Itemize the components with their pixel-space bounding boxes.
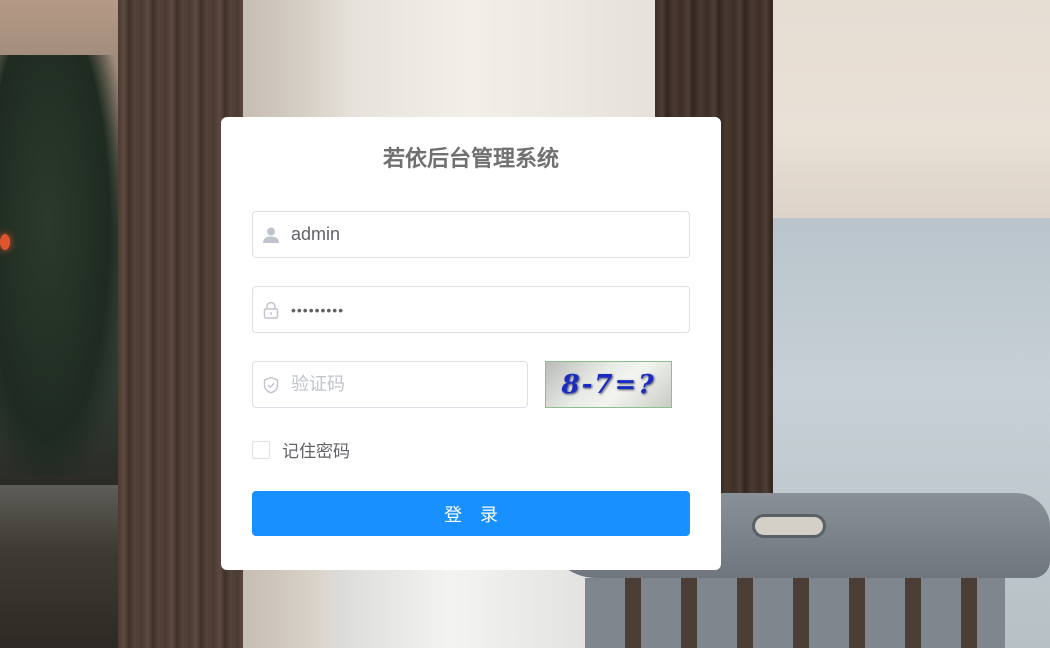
remember-checkbox[interactable]: [252, 440, 270, 459]
username-input[interactable]: [289, 212, 689, 257]
login-title: 若依后台管理系统: [382, 147, 559, 172]
login-card: 若依后台管理系统 8-7=?: [221, 117, 721, 570]
captcha-image[interactable]: 8-7=?: [545, 361, 672, 408]
password-input[interactable]: [289, 287, 689, 332]
background-wall-top: [773, 0, 1050, 222]
remember-password[interactable]: 记住密码: [252, 437, 350, 462]
user-icon: [253, 212, 289, 257]
lock-icon: [253, 287, 289, 332]
background-chair-slats: [585, 578, 1005, 648]
shield-check-icon: [253, 362, 289, 407]
remember-label: 记住密码: [282, 442, 350, 462]
background-light: [0, 234, 10, 250]
captcha-field[interactable]: [252, 361, 528, 408]
captcha-input[interactable]: [289, 362, 527, 407]
username-field[interactable]: [252, 211, 690, 258]
password-field[interactable]: [252, 286, 690, 333]
login-button[interactable]: 登 录: [252, 491, 690, 536]
background-left-bottom: [0, 485, 118, 648]
background-chair-handle: [752, 514, 826, 538]
background-tree: [0, 55, 120, 475]
